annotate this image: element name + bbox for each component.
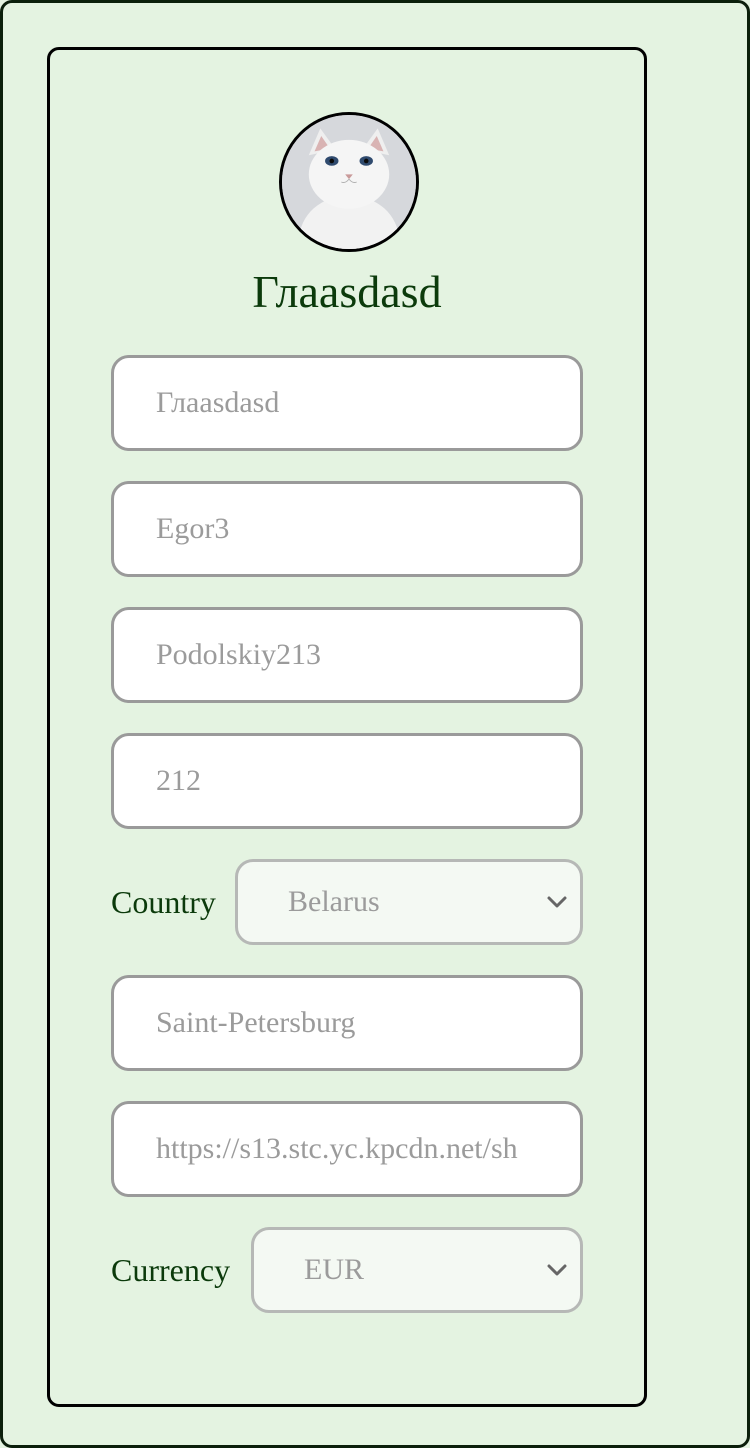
age-field[interactable] — [111, 733, 583, 829]
first-name-field[interactable] — [111, 481, 583, 577]
country-row: Country Belarus — [111, 859, 583, 945]
avatar-url-field[interactable] — [111, 1101, 583, 1197]
currency-row: Currency EUR — [111, 1227, 583, 1313]
avatar[interactable] — [279, 112, 419, 252]
country-label: Country — [111, 883, 216, 920]
currency-label: Currency — [111, 1251, 231, 1288]
profile-name: Глaasdasd — [252, 266, 442, 317]
chevron-down-icon — [542, 887, 572, 917]
page-frame: Глaasdasd Country Belarus Currency EUR — [0, 0, 750, 1448]
display-name-field[interactable] — [111, 355, 583, 451]
last-name-field[interactable] — [111, 607, 583, 703]
profile-card: Глaasdasd Country Belarus Currency EUR — [47, 47, 647, 1407]
cat-avatar-image — [282, 115, 416, 249]
chevron-down-icon — [542, 1255, 572, 1285]
currency-selected-value: EUR — [304, 1253, 364, 1286]
country-select[interactable]: Belarus — [235, 859, 583, 945]
currency-select[interactable]: EUR — [251, 1227, 583, 1313]
city-field[interactable] — [111, 975, 583, 1071]
country-selected-value: Belarus — [288, 885, 380, 918]
